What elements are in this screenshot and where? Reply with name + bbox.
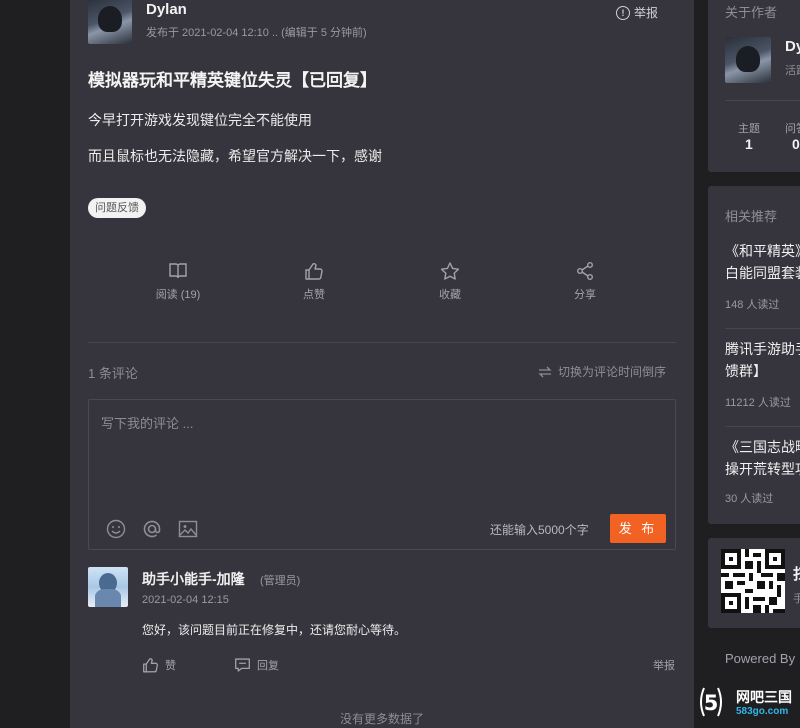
- author-name[interactable]: Dylan: [146, 1, 187, 18]
- reply-reply-button[interactable]: 回复: [234, 657, 279, 673]
- related-item-reads: 148 人读过: [725, 299, 780, 311]
- comment-input[interactable]: 写下我的评论 ...: [101, 413, 193, 432]
- favorite-button[interactable]: 收藏: [405, 262, 495, 302]
- qr-code-icon: [721, 549, 785, 613]
- no-more-data: 没有更多数据了: [339, 712, 424, 726]
- image-icon[interactable]: [178, 519, 198, 539]
- about-author-card: 关于作者 Dy 活跃 主题 1 问答 0: [708, 0, 800, 172]
- mention-icon[interactable]: [142, 519, 162, 539]
- related-item-title: 操开荒转型攻: [725, 461, 800, 477]
- stat-value: 1: [745, 136, 753, 152]
- sidebar-author-avatar[interactable]: [725, 37, 771, 83]
- report-button[interactable]: ! 举报: [616, 4, 658, 21]
- related-item-title: 《和平精英》: [725, 243, 800, 259]
- qr-title: 扫: [793, 563, 800, 584]
- author-avatar[interactable]: [88, 0, 132, 44]
- post-paragraph: 而且鼠标也无法隐藏，希望官方解决一下，感谢: [88, 148, 382, 164]
- stat-label: 问答: [785, 123, 800, 135]
- char-remaining: 还能输入5000个字: [490, 523, 589, 537]
- post-title: 模拟器玩和平精英键位失灵【已回复】: [88, 71, 377, 90]
- post-paragraph: 今早打开游戏发现键位完全不能使用: [88, 112, 312, 128]
- sidebar-author-sub: 活跃: [785, 65, 800, 77]
- watermark-url: 583go.com: [736, 706, 789, 717]
- stat-label: 主题: [738, 123, 760, 135]
- related-item-reads: 30 人读过: [725, 493, 774, 505]
- card-divider: [725, 426, 800, 427]
- post-meta: 发布于 2021-02-04 12:10 .. (编辑于 5 分钟前): [146, 27, 367, 39]
- sidebar-author-name[interactable]: Dy: [785, 38, 800, 55]
- stat-value: 0: [792, 136, 800, 152]
- reply-like-button[interactable]: 赞: [142, 657, 176, 673]
- qr-card: 扫 手: [708, 538, 800, 628]
- like-button[interactable]: 点赞: [269, 262, 359, 302]
- emoji-icon[interactable]: [106, 519, 126, 539]
- reply-author-name[interactable]: 助手小能手-加隆: [142, 569, 245, 589]
- about-author-title: 关于作者: [725, 5, 778, 20]
- share-icon: [577, 262, 593, 280]
- reply-text: 您好，该问题目前正在修复中，还请您耐心等待。: [142, 623, 407, 637]
- read-count-button[interactable]: 阅读 (19): [133, 262, 223, 302]
- thumbs-up-icon: [305, 263, 323, 280]
- related-item-title: 馈群】: [725, 363, 767, 379]
- thumbs-up-icon: [143, 658, 158, 673]
- reply-like-label: 赞: [165, 660, 176, 672]
- report-icon: !: [616, 5, 630, 20]
- star-icon: [440, 262, 460, 280]
- reply-report-button[interactable]: 举报: [653, 657, 675, 673]
- powered-by: Powered By: [725, 651, 796, 666]
- share-label: 分享: [574, 289, 596, 301]
- comment-icon: [235, 658, 250, 672]
- related-item-title: 白能同盟套装: [725, 265, 800, 281]
- sort-toggle-button[interactable]: 切换为评论时间倒序: [538, 363, 666, 380]
- favorite-label: 收藏: [439, 289, 461, 301]
- read-count-label: 阅读 (19): [155, 289, 201, 301]
- publish-button[interactable]: 发 布: [610, 514, 666, 543]
- post-panel: Dylan 发布于 2021-02-04 12:10 .. (编辑于 5 分钟前…: [70, 0, 694, 728]
- reply-time: 2021-02-04 12:15: [142, 594, 229, 606]
- related-title: 相关推荐: [725, 209, 778, 224]
- reply-avatar[interactable]: [88, 567, 128, 607]
- related-item-title: 《三国志战略: [725, 439, 800, 455]
- card-divider: [725, 328, 800, 329]
- qr-subtitle: 手: [793, 593, 800, 605]
- section-divider: [88, 342, 676, 343]
- site-watermark: 5 网吧三国 583go.com: [694, 682, 800, 728]
- swap-icon: [538, 366, 552, 377]
- related-item-reads: 11212 人读过: [725, 397, 791, 409]
- comment-count: 1 条评论: [88, 366, 138, 381]
- logo-icon: 5: [700, 687, 722, 717]
- share-button[interactable]: 分享: [540, 262, 630, 302]
- like-label: 点赞: [303, 289, 325, 301]
- sort-toggle-label: 切换为评论时间倒序: [558, 365, 667, 379]
- card-divider: [725, 100, 800, 101]
- watermark-name: 网吧三国: [736, 689, 792, 705]
- comment-editor[interactable]: 写下我的评论 ... 还能输入5000个字 发 布: [88, 399, 676, 550]
- logo-glyph: 5: [704, 691, 719, 715]
- related-card: 相关推荐 《和平精英》 白能同盟套装 148 人读过 腾讯手游助手 馈群】 11…: [708, 186, 800, 524]
- reply-role-badge: (管理员): [260, 575, 301, 587]
- book-icon: [169, 263, 187, 279]
- related-item-title: 腾讯手游助手: [725, 341, 800, 357]
- report-label: 举报: [634, 6, 659, 20]
- reply-reply-label: 回复: [257, 660, 279, 672]
- post-tag[interactable]: 问题反馈: [88, 198, 146, 218]
